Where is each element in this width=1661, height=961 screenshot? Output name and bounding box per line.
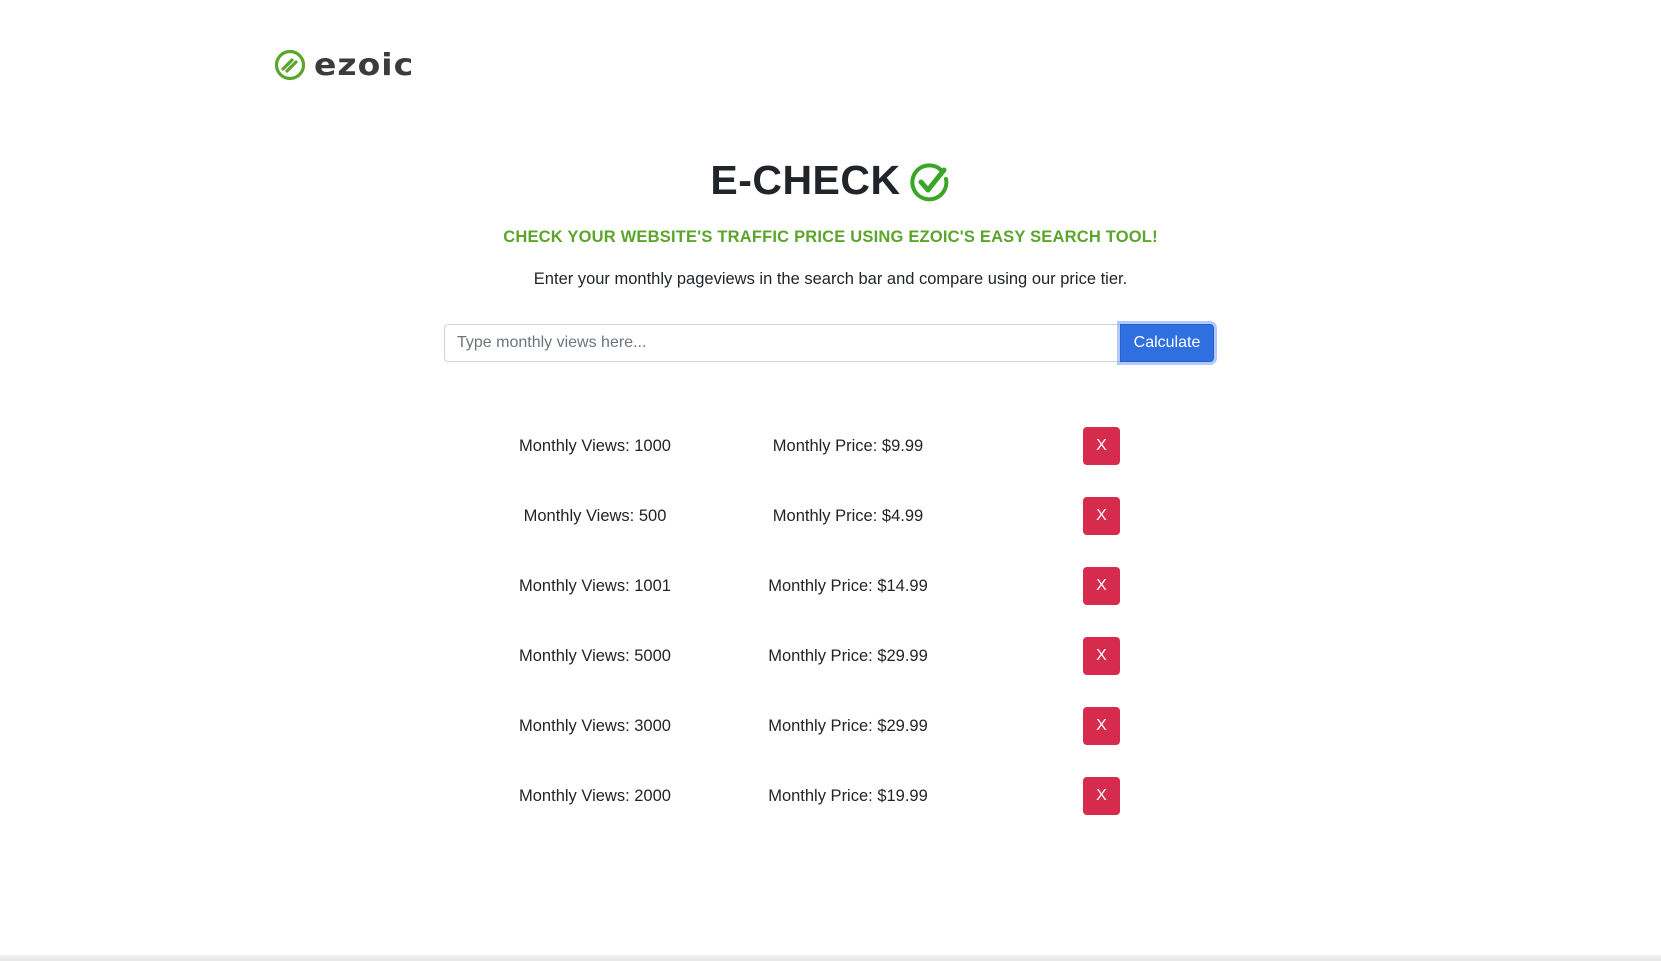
result-row: Monthly Views: 1001 Monthly Price: $14.9… <box>0 567 1661 637</box>
logo-text: ezoic <box>314 46 415 83</box>
result-row: Monthly Views: 500 Monthly Price: $4.99 … <box>0 497 1661 567</box>
delete-row-button[interactable]: X <box>1083 777 1120 815</box>
monthly-views-text: Monthly Views: 5000 <box>519 647 671 665</box>
delete-row-button[interactable]: X <box>1083 707 1120 745</box>
delete-row-button[interactable]: X <box>1083 567 1120 605</box>
monthly-views-text: Monthly Views: 2000 <box>519 787 671 805</box>
monthly-views-text: Monthly Views: 1000 <box>519 437 671 455</box>
monthly-price-text: Monthly Price: $29.99 <box>768 717 928 735</box>
result-row: Monthly Views: 1000 Monthly Price: $9.99… <box>0 427 1661 497</box>
delete-row-button[interactable]: X <box>1083 427 1120 465</box>
search-group: Calculate <box>444 324 1214 362</box>
result-row: Monthly Views: 5000 Monthly Price: $29.9… <box>0 637 1661 707</box>
delete-row-button[interactable]: X <box>1083 497 1120 535</box>
delete-row-button[interactable]: X <box>1083 637 1120 675</box>
results-list: Monthly Views: 1000 Monthly Price: $9.99… <box>0 427 1661 847</box>
monthly-views-input[interactable] <box>444 324 1120 362</box>
title-row: E-CHECK <box>0 152 1661 208</box>
monthly-views-text: Monthly Views: 3000 <box>519 717 671 735</box>
monthly-views-text: Monthly Views: 500 <box>523 507 667 525</box>
page-title: E-CHECK <box>710 156 901 203</box>
monthly-price-text: Monthly Price: $29.99 <box>768 647 928 665</box>
result-row: Monthly Views: 3000 Monthly Price: $29.9… <box>0 707 1661 777</box>
result-row: Monthly Views: 2000 Monthly Price: $19.9… <box>0 777 1661 847</box>
check-circle-icon <box>909 163 948 202</box>
ezoic-logo-icon <box>274 49 306 81</box>
ezoic-logo[interactable]: ezoic <box>274 46 414 84</box>
calculate-button[interactable]: Calculate <box>1120 324 1214 362</box>
monthly-price-text: Monthly Price: $14.99 <box>768 577 928 595</box>
monthly-price-text: Monthly Price: $4.99 <box>772 507 924 525</box>
page-description: Enter your monthly pageviews in the sear… <box>533 270 1128 288</box>
page-subtitle: CHECK YOUR WEBSITE'S TRAFFIC PRICE USING… <box>503 228 1158 246</box>
monthly-price-text: Monthly Price: $9.99 <box>772 437 924 455</box>
page: ezoic E-CHECK CHECK YOUR WEBSITE'S TRAFF… <box>0 0 1661 961</box>
monthly-price-text: Monthly Price: $19.99 <box>768 787 928 805</box>
monthly-views-text: Monthly Views: 1001 <box>519 577 671 595</box>
bottom-divider <box>0 955 1661 961</box>
